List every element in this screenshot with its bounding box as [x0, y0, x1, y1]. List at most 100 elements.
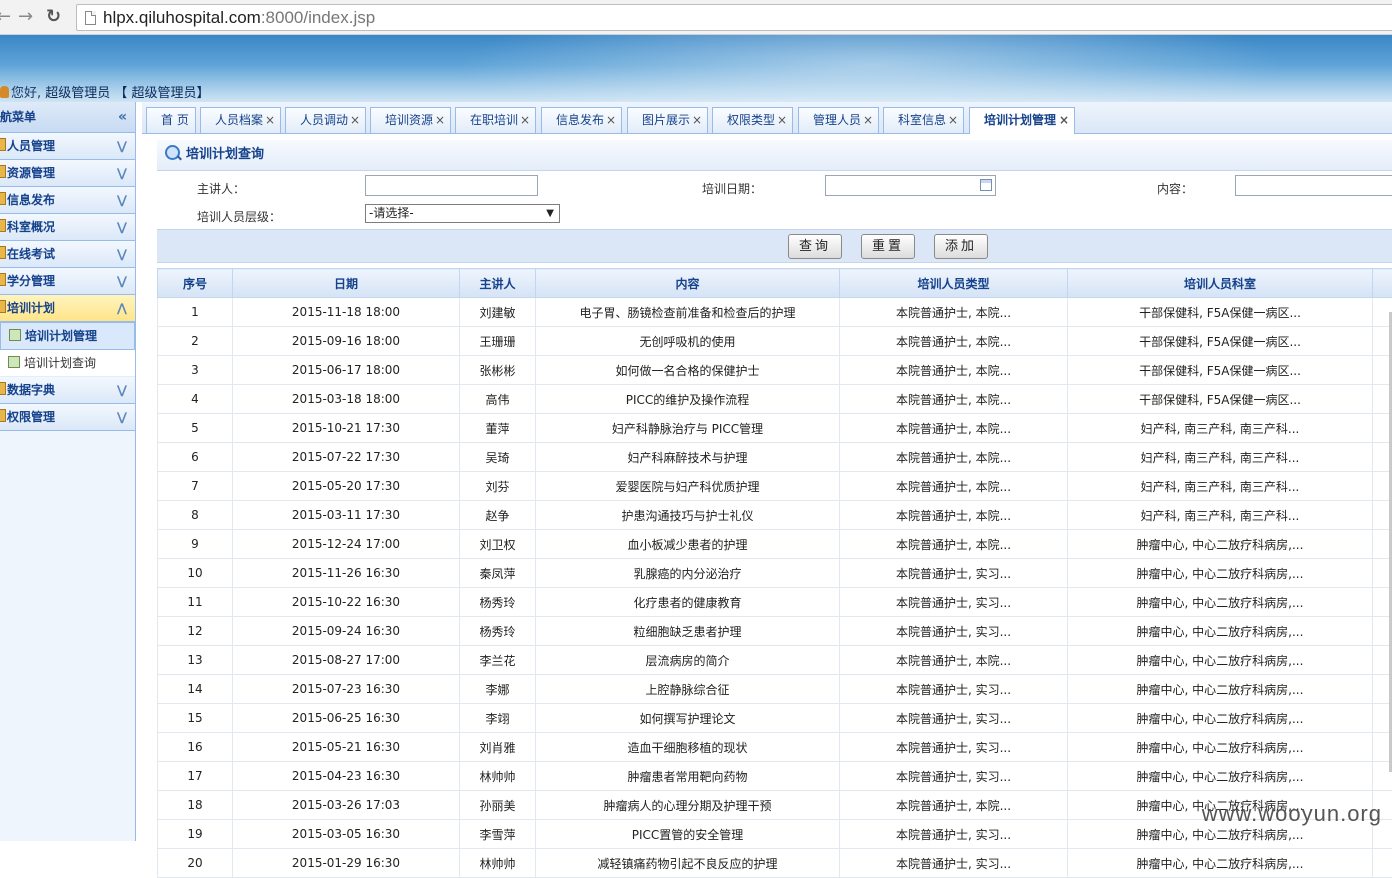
close-icon[interactable]: × [692, 108, 702, 132]
tab-administrators[interactable]: 管理人员× [798, 107, 879, 133]
table-cell: 20 [158, 849, 233, 878]
close-icon[interactable]: × [863, 108, 873, 132]
table-row[interactable]: 122015-09-24 16:30杨秀玲粒细胞缺乏患者护理本院普通护士, 实习… [158, 617, 1392, 646]
table-row[interactable]: 202015-01-29 16:30林帅帅减轻镇痛药物引起不良反应的护理本院普通… [158, 849, 1392, 878]
table-cell: 电子胃、肠镜检查前准备和检查后的护理 [536, 298, 840, 327]
close-icon[interactable]: × [265, 108, 275, 132]
sidebar-group-training-plan[interactable]: 培训计划 ⋀ [0, 295, 135, 322]
table-row[interactable]: 172015-04-23 16:30林帅帅肿瘤患者常用靶向药物本院普通护士, 实… [158, 762, 1392, 791]
back-arrow-icon[interactable]: ← [0, 6, 11, 28]
collapse-icon[interactable]: « [118, 102, 127, 132]
table-row[interactable]: 62015-07-22 17:30吴琦妇产科麻醉技术与护理本院普通护士, 本院.… [158, 443, 1392, 472]
reload-icon[interactable]: ↻ [46, 6, 61, 28]
table-row[interactable]: 72015-05-20 17:30刘芬爱婴医院与妇产科优质护理本院普通护士, 本… [158, 472, 1392, 501]
tab-label: 权限类型 [727, 113, 775, 127]
column-header[interactable]: 内容 [536, 269, 840, 298]
close-icon[interactable]: × [520, 108, 530, 132]
table-cell: 本院普通护士, 本院... [840, 327, 1068, 356]
close-icon[interactable]: × [777, 108, 787, 132]
content-input[interactable] [1235, 175, 1392, 196]
table-cell: 肿瘤患者常用靶向药物 [536, 762, 840, 791]
calendar-icon[interactable] [980, 179, 992, 191]
close-icon[interactable]: × [948, 108, 958, 132]
table-cell: 肿瘤中心, 中心二放疗科病房,... [1068, 762, 1373, 791]
table-row[interactable]: 162015-05-21 16:30刘肖雅造血干细胞移植的现状本院普通护士, 实… [158, 733, 1392, 762]
close-icon[interactable]: × [1059, 108, 1069, 132]
sidebar-group-exam[interactable]: 在线考试⋁ [0, 241, 135, 268]
table-row[interactable]: 142015-07-23 16:30李娜上腔静脉综合征本院普通护士, 实习...… [158, 675, 1392, 704]
sidebar-item-training-plan-manage[interactable]: 培训计划管理 [0, 322, 135, 350]
table-cell: 2015-07-22 17:30 [233, 443, 460, 472]
user-icon [0, 86, 9, 98]
table-row[interactable]: 42015-03-18 18:00高伟PICC的维护及操作流程本院普通护士, 本… [158, 385, 1392, 414]
table-row[interactable]: 132015-08-27 17:00李兰花层流病房的简介本院普通护士, 本院..… [158, 646, 1392, 675]
folder-icon [0, 273, 6, 286]
sidebar-group-resources[interactable]: 资源管理⋁ [0, 160, 135, 187]
table-row[interactable]: 112015-10-22 16:30杨秀玲化疗患者的健康教育本院普通护士, 实习… [158, 588, 1392, 617]
table-cell: 2015-03-26 17:03 [233, 791, 460, 820]
table-row[interactable]: 22015-09-16 18:00王珊珊无创呼吸机的使用本院普通护士, 本院..… [158, 327, 1392, 356]
table-row[interactable]: 152015-06-25 16:30李翊如何撰写护理论文本院普通护士, 实习..… [158, 704, 1392, 733]
reset-button[interactable]: 重置 [861, 234, 915, 259]
table-cell: PICC的维护及操作流程 [536, 385, 840, 414]
table-cell: 本院普通护士, 本院... [840, 472, 1068, 501]
close-icon[interactable]: × [350, 108, 360, 132]
table-row[interactable]: 92015-12-24 17:00刘卫权血小板减少患者的护理本院普通护士, 本院… [158, 530, 1392, 559]
table-row[interactable]: 52015-10-21 17:30董萍妇产科静脉治疗与 PICC管理本院普通护士… [158, 414, 1392, 443]
level-select[interactable]: -请选择-▼ [365, 204, 560, 223]
folder-icon [0, 192, 6, 205]
table-cell: 妇产科, 南三产科, 南三产科... [1068, 472, 1373, 501]
close-icon[interactable]: × [606, 108, 616, 132]
table-cell: 2015-06-17 18:00 [233, 356, 460, 385]
table-row[interactable]: 102015-11-26 16:30秦凤萍乳腺癌的内分泌治疗本院普通护士, 实习… [158, 559, 1392, 588]
close-icon[interactable]: × [435, 108, 445, 132]
tab-training-plan-manage[interactable]: 培训计划管理× [969, 107, 1075, 134]
url-text: hlpx.qiluhospital.com:8000/index.jsp [103, 8, 375, 28]
tab-label: 培训资源 [385, 113, 433, 127]
add-button[interactable]: 添加 [934, 234, 988, 259]
column-header[interactable]: 日期 [233, 269, 460, 298]
sidebar-group-credits[interactable]: 学分管理⋁ [0, 268, 135, 295]
table-cell: 干部保健科, F5A保健一病区... [1068, 385, 1373, 414]
table-cell: 15 [158, 704, 233, 733]
forward-arrow-icon[interactable]: → [18, 6, 33, 28]
table-row[interactable]: 12015-11-18 18:00刘建敏电子胃、肠镜检查前准备和检查后的护理本院… [158, 298, 1392, 327]
chevron-up-icon: ⋀ [117, 295, 127, 321]
sidebar-group-dictionary[interactable]: 数据字典⋁ [0, 377, 135, 404]
sidebar-group-publishing[interactable]: 信息发布⋁ [0, 187, 135, 214]
query-button[interactable]: 查询 [788, 234, 842, 259]
speaker-input[interactable] [365, 175, 538, 196]
date-input[interactable] [825, 175, 996, 196]
table-cell: 肿瘤中心, 中心二放疗科病房,... [1068, 704, 1373, 733]
column-header[interactable]: 培训人员类型 [840, 269, 1068, 298]
tab-on-job-training[interactable]: 在职培训× [455, 107, 536, 133]
tab-label: 人员档案 [215, 113, 263, 127]
tab-training-resources[interactable]: 培训资源× [370, 107, 451, 133]
tab-department-info[interactable]: 科室信息× [883, 107, 964, 133]
column-header[interactable]: 培训人员科室 [1068, 269, 1373, 298]
table-row[interactable]: 82015-03-11 17:30赵争护患沟通技巧与护士礼仪本院普通护士, 本院… [158, 501, 1392, 530]
tab-info-publish[interactable]: 信息发布× [541, 107, 622, 133]
table-cell: 肿瘤中心, 中心二放疗科病房,... [1068, 530, 1373, 559]
tab-permission-types[interactable]: 权限类型× [712, 107, 793, 133]
tab-home[interactable]: 首 页 [146, 107, 196, 133]
table-cell: 12 [158, 617, 233, 646]
sidebar-group-label: 培训计划 [7, 301, 55, 315]
sidebar-group-department[interactable]: 科室概况⋁ [0, 214, 135, 241]
table-cell: 上腔静脉综合征 [536, 675, 840, 704]
folder-icon [0, 300, 6, 313]
table-row[interactable]: 32015-06-17 18:00张彬彬如何做一名合格的保健护士本院普通护士, … [158, 356, 1392, 385]
tab-image-gallery[interactable]: 图片展示× [627, 107, 708, 133]
column-header[interactable]: 序号 [158, 269, 233, 298]
sidebar-group-permissions[interactable]: 权限管理⋁ [0, 404, 135, 431]
tab-personnel-transfer[interactable]: 人员调动× [285, 107, 366, 133]
tab-personnel-files[interactable]: 人员档案× [200, 107, 281, 133]
table-cell: 本院普通护士, 本院... [840, 443, 1068, 472]
sidebar-item-training-plan-query[interactable]: 培训计划查询 [0, 350, 135, 377]
banner-decoration [420, 35, 1320, 102]
table-cell: 2015-08-27 17:00 [233, 646, 460, 675]
address-bar[interactable]: hlpx.qiluhospital.com:8000/index.jsp [76, 4, 1392, 31]
sidebar-group-personnel[interactable]: 人员管理⋁ [0, 133, 135, 160]
column-header[interactable]: 主讲人 [460, 269, 536, 298]
sidebar-item-label: 培训计划管理 [25, 329, 97, 343]
